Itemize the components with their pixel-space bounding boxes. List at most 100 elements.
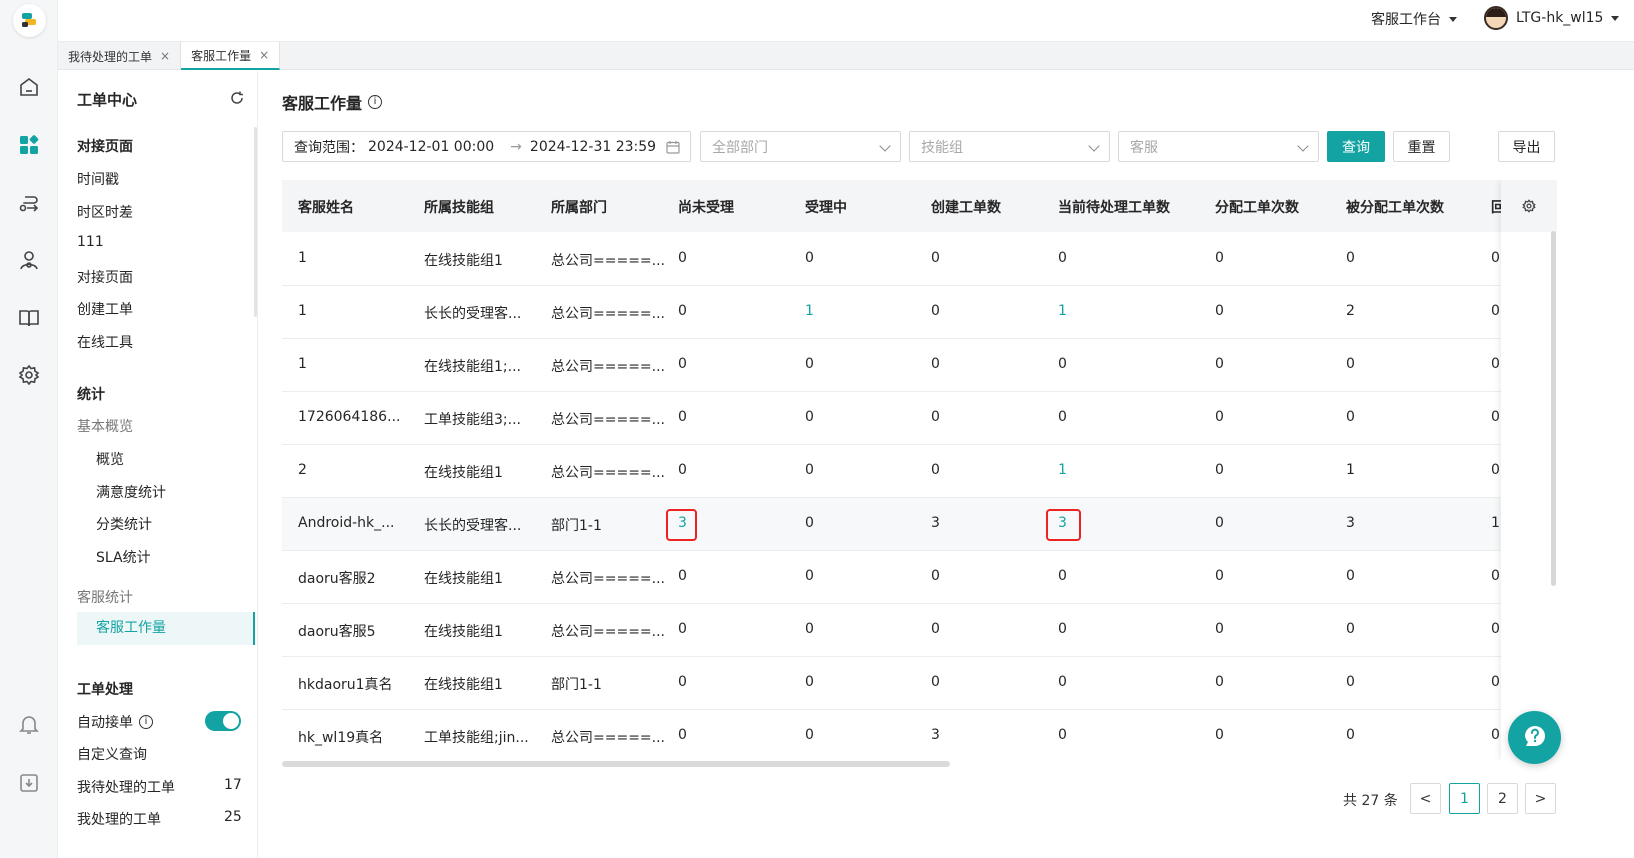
sidebar-item-satisfaction[interactable]: 满意度统计 bbox=[96, 482, 166, 502]
sidebar-item-sla[interactable]: SLA统计 bbox=[96, 547, 151, 567]
column-header: 所属技能组 bbox=[424, 200, 494, 216]
range-start[interactable]: 2024-12-01 00:00 bbox=[368, 139, 494, 155]
table-horizontal-scrollbar[interactable] bbox=[282, 761, 950, 767]
table-cell: 0 bbox=[805, 250, 814, 266]
department-select[interactable]: 全部部门 bbox=[700, 131, 901, 162]
table-cell: 总公司=====... bbox=[551, 412, 666, 428]
sidebar-item-online-tools[interactable]: 在线工具 bbox=[77, 332, 133, 352]
home-icon[interactable] bbox=[17, 75, 41, 99]
sidebar-item-111[interactable]: 111 bbox=[77, 234, 104, 250]
table-cell: 总公司=====... bbox=[551, 253, 666, 269]
settings-icon[interactable] bbox=[17, 363, 41, 387]
table-cell: 总公司=====... bbox=[551, 571, 666, 587]
table-cell[interactable]: 1 bbox=[1058, 303, 1067, 319]
export-button[interactable]: 导出 bbox=[1498, 131, 1555, 162]
tab-my-pending[interactable]: 我待处理的工单 × bbox=[58, 42, 182, 70]
table-cell: 0 bbox=[678, 250, 687, 266]
app-logo[interactable] bbox=[13, 4, 46, 37]
date-range-picker[interactable]: 查询范围： 2024-12-01 00:00 → 2024-12-31 23:5… bbox=[282, 131, 691, 162]
table-cell: 2 bbox=[298, 462, 307, 478]
menu-group-statistics[interactable]: 统计 bbox=[77, 384, 105, 404]
icon-rail bbox=[0, 0, 58, 858]
table-cell: 0 bbox=[1346, 568, 1355, 584]
table-row: daoru客服2 在线技能组1 总公司=====... 0 0 0 0 0 0 0 bbox=[282, 551, 1557, 604]
sidebar-scrollbar[interactable] bbox=[254, 127, 257, 317]
menu-group-integration[interactable]: 对接页面 bbox=[77, 136, 133, 156]
table-cell: 1 bbox=[298, 303, 307, 319]
table-cell: 0 bbox=[805, 727, 814, 743]
department-placeholder: 全部部门 bbox=[712, 139, 768, 156]
auto-accept-text: 自动接单 bbox=[77, 715, 133, 731]
username: LTG-hk_wl15 bbox=[1516, 10, 1604, 26]
table-cell: 0 bbox=[1491, 356, 1500, 372]
user-icon[interactable] bbox=[17, 248, 41, 272]
refresh-icon[interactable] bbox=[230, 91, 244, 105]
menu-sub-agent-stats[interactable]: 客服统计 bbox=[77, 587, 133, 607]
sidebar-item-custom-query[interactable]: 自定义查询 bbox=[77, 744, 147, 764]
table-cell: 0 bbox=[1215, 515, 1224, 531]
menu-sub-basic-overview[interactable]: 基本概览 bbox=[77, 416, 133, 436]
table-cell: 部门1-1 bbox=[551, 677, 602, 693]
table-cell: 0 bbox=[805, 409, 814, 425]
info-icon[interactable]: i bbox=[139, 715, 153, 729]
gear-icon[interactable] bbox=[1522, 199, 1536, 213]
table-cell: 在线技能组1 bbox=[424, 677, 503, 693]
dashboard-icon[interactable] bbox=[17, 133, 41, 157]
workspace-switcher[interactable]: 客服工作台 bbox=[1371, 9, 1457, 29]
agent-select[interactable]: 客服 bbox=[1118, 131, 1319, 162]
download-icon[interactable] bbox=[17, 771, 41, 795]
menu-group-ticket-processing[interactable]: 工单处理 bbox=[77, 679, 133, 699]
sidebar-item-my-pending[interactable]: 我待处理的工单 bbox=[77, 777, 175, 797]
table-cell: 2 bbox=[1346, 303, 1355, 319]
auto-accept-toggle[interactable] bbox=[205, 711, 241, 731]
table-cell: 0 bbox=[1346, 674, 1355, 690]
sidebar-item-integration-page[interactable]: 对接页面 bbox=[77, 267, 133, 287]
table-row: Android-hk_... 长长的受理客... 部门1-1 3 0 3 3 0 3 1 bbox=[282, 498, 1557, 551]
sidebar-item-overview[interactable]: 概览 bbox=[96, 449, 124, 469]
range-end[interactable]: 2024-12-31 23:59 bbox=[530, 139, 656, 155]
skill-group-select[interactable]: 技能组 bbox=[909, 131, 1110, 162]
pagination-prev-button[interactable]: < bbox=[1410, 783, 1441, 814]
sidebar-item-agent-workload[interactable]: 客服工作量 bbox=[77, 612, 255, 645]
tab-agent-workload[interactable]: 客服工作量 × bbox=[181, 42, 281, 70]
table-cell: 在线技能组1 bbox=[424, 253, 503, 269]
sidebar-title: 工单中心 bbox=[77, 91, 138, 109]
page-title-text: 客服工作量 bbox=[282, 94, 363, 113]
table-row: 1 长长的受理客... 总公司=====... 0 1 0 1 0 2 0 bbox=[282, 286, 1557, 339]
table-cell: 0 bbox=[1491, 674, 1500, 690]
sidebar-item-create-ticket[interactable]: 创建工单 bbox=[77, 299, 133, 319]
table-cell: 1 bbox=[298, 250, 307, 266]
sidebar-item-category[interactable]: 分类统计 bbox=[96, 514, 152, 534]
pagination-page-2[interactable]: 2 bbox=[1487, 783, 1518, 814]
book-icon[interactable] bbox=[17, 306, 41, 330]
table-cell: 3 bbox=[1346, 515, 1355, 531]
table-cell: 0 bbox=[1058, 250, 1067, 266]
close-icon[interactable]: × bbox=[160, 49, 170, 63]
pagination-page-1[interactable]: 1 bbox=[1449, 783, 1480, 814]
reset-button[interactable]: 重置 bbox=[1393, 131, 1450, 162]
table-cell: 0 bbox=[931, 409, 940, 425]
info-icon[interactable]: i bbox=[368, 95, 383, 109]
query-button[interactable]: 查询 bbox=[1327, 131, 1385, 162]
pagination-next-button[interactable]: > bbox=[1525, 783, 1556, 814]
table-vertical-scrollbar[interactable] bbox=[1551, 231, 1556, 586]
table-cell: 总公司=====... bbox=[551, 359, 666, 375]
help-button[interactable] bbox=[1508, 711, 1561, 764]
table-cell[interactable]: 1 bbox=[1058, 462, 1067, 478]
table-cell: 0 bbox=[678, 356, 687, 372]
table-cell: 在线技能组1 bbox=[424, 624, 503, 640]
column-header: 受理中 bbox=[805, 200, 847, 216]
route-icon[interactable] bbox=[17, 191, 41, 215]
range-arrow-icon: → bbox=[510, 138, 522, 155]
sidebar-item-timestamp[interactable]: 时间戳 bbox=[77, 169, 119, 189]
auto-accept-label: 自动接单 i bbox=[77, 712, 153, 732]
sidebar-item-my-handled[interactable]: 我处理的工单 bbox=[77, 809, 161, 829]
sidebar-item-timezone[interactable]: 时区时差 bbox=[77, 202, 133, 222]
user-menu[interactable]: LTG-hk_wl15 bbox=[1484, 6, 1620, 30]
table-cell: 0 bbox=[805, 621, 814, 637]
caret-down-icon bbox=[1611, 15, 1620, 21]
table-cell[interactable]: 1 bbox=[805, 303, 814, 319]
bell-icon[interactable] bbox=[17, 712, 41, 736]
close-icon[interactable]: × bbox=[259, 48, 269, 62]
skill-group-placeholder: 技能组 bbox=[921, 139, 963, 156]
